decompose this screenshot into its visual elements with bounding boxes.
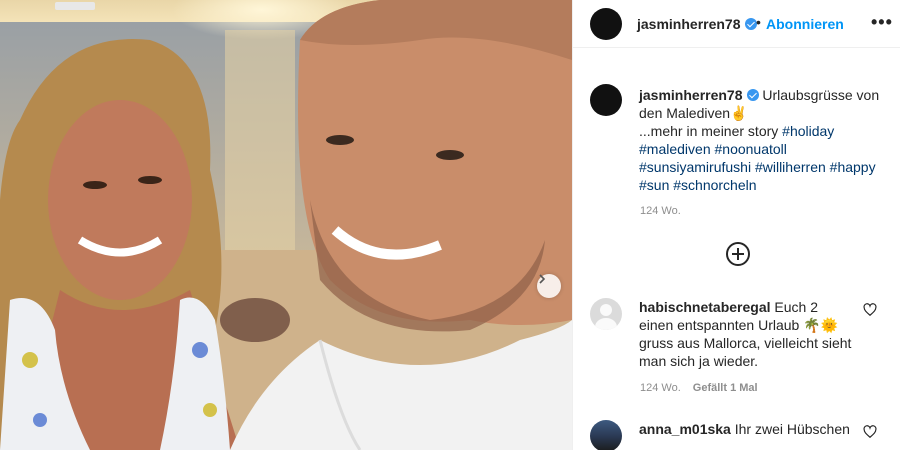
comment-timestamp[interactable]: 124 Wo. (640, 382, 681, 394)
hashtag-link[interactable]: #schnorcheln (673, 177, 756, 193)
author-avatar[interactable] (590, 8, 622, 40)
hashtag-link[interactable]: #happy (830, 159, 876, 175)
more-options-icon[interactable]: ••• (871, 12, 893, 33)
post-photo[interactable] (0, 0, 572, 450)
hashtag-link[interactable]: #williherren (755, 159, 826, 175)
header-separator: • (756, 14, 761, 30)
next-photo-button[interactable] (537, 274, 561, 298)
photo-illustration (0, 0, 572, 450)
hashtag-link[interactable]: #malediven (639, 141, 711, 157)
hashtag-link[interactable]: #sunsiyamirufushi (639, 159, 751, 175)
hashtag-link[interactable]: #noonuatoll (715, 141, 787, 157)
comment-text: habischnetaberegal Euch 2 einen entspann… (639, 298, 854, 370)
chevron-right-icon (539, 274, 546, 284)
comment-body: Ihr zwei Hübschen (730, 421, 850, 437)
commenter-avatar[interactable] (590, 298, 622, 330)
verified-badge-icon (746, 89, 759, 101)
caption-timestamp[interactable]: 124 Wo. (640, 205, 681, 217)
commenter-avatar[interactable] (590, 420, 622, 450)
caption-username[interactable]: jasminherren78 (639, 87, 743, 103)
comment-meta: 124 Wo. Gefällt 1 Mal (640, 382, 770, 394)
comment-likes[interactable]: Gefällt 1 Mal (693, 382, 758, 394)
heart-icon[interactable] (863, 303, 877, 317)
hashtag-link[interactable]: #sun (639, 177, 669, 193)
author-username-text[interactable]: jasminherren78 (637, 16, 741, 32)
post-header: jasminherren78 • Abonnieren ••• (573, 0, 900, 48)
hashtag-link[interactable]: #holiday (782, 123, 834, 139)
add-circle-icon[interactable] (726, 242, 750, 266)
comment-text: anna_m01ska Ihr zwei Hübschen (639, 420, 854, 438)
verified-badge-icon (744, 18, 757, 30)
follow-button[interactable]: Abonnieren (766, 16, 844, 32)
author-username[interactable]: jasminherren78 (637, 16, 757, 32)
caption-text: jasminherren78 Urlaubsgrüsse von den Mal… (639, 86, 889, 194)
post-side-panel: jasminherren78 • Abonnieren ••• jasminhe… (572, 0, 900, 450)
commenter-username[interactable]: habischnetaberegal (639, 299, 771, 315)
caption-avatar[interactable] (590, 84, 622, 116)
commenter-username[interactable]: anna_m01ska (639, 421, 731, 437)
heart-icon[interactable] (863, 425, 877, 439)
caption-more-line: ...mehr in meiner story (639, 123, 783, 139)
